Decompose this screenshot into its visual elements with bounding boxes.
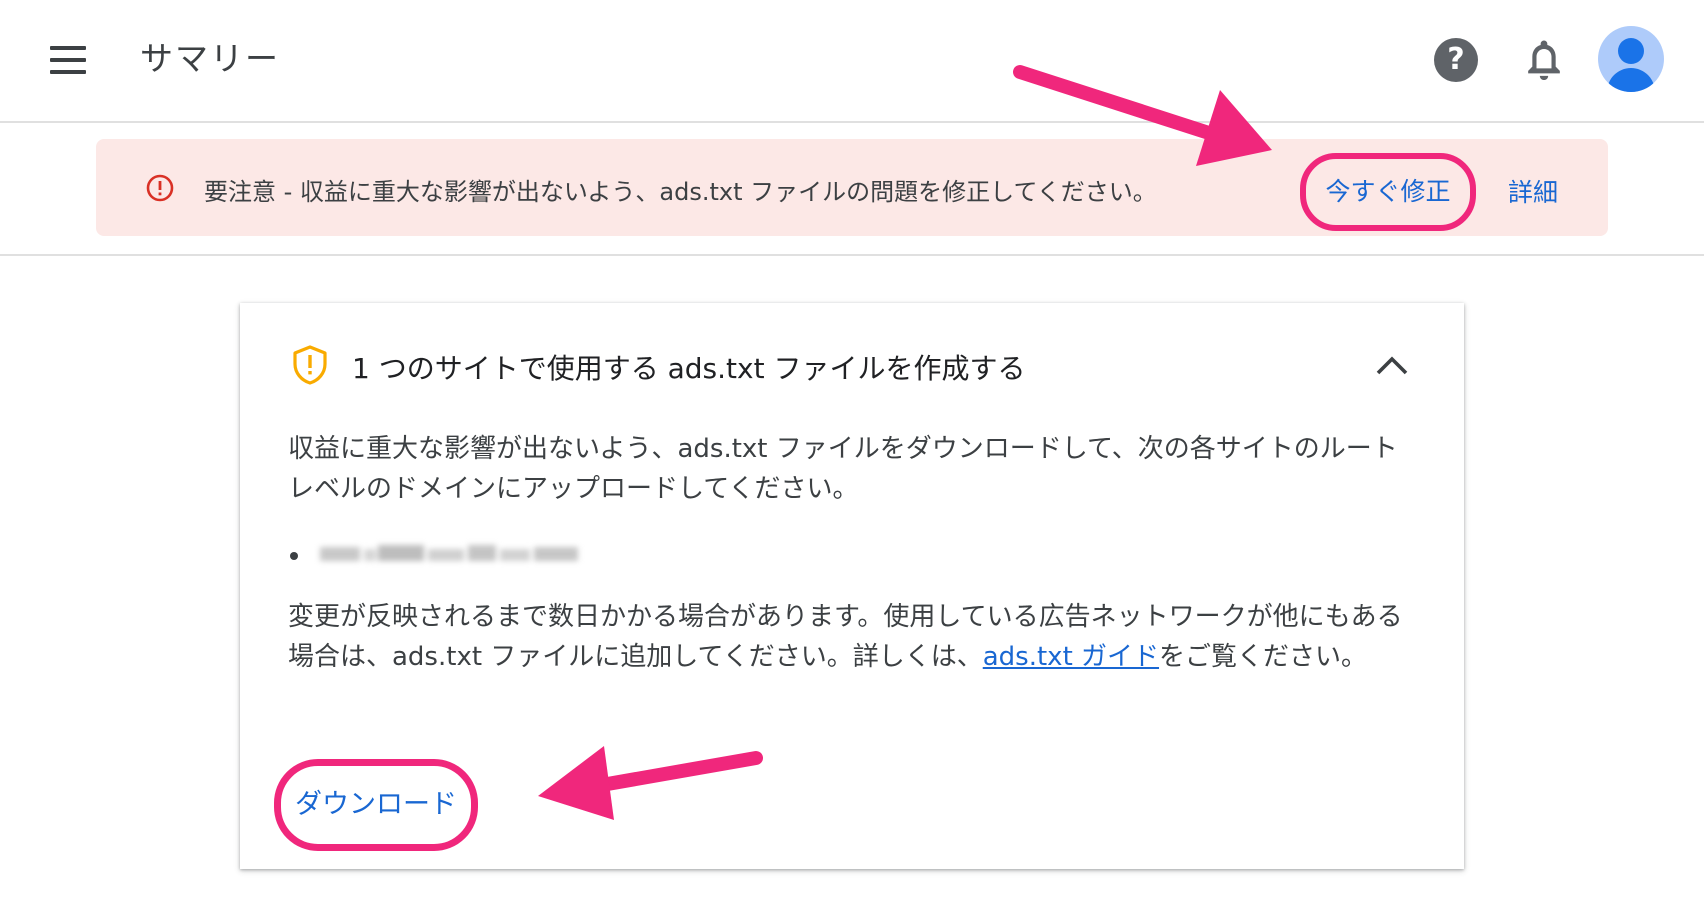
ads-txt-card: 1 つのサイトで使用する ads.txt ファイルを作成する 収益に重大な影響が… [240,303,1464,869]
chevron-up-icon[interactable] [1372,347,1412,383]
alert-message: 要注意 - 収益に重大な影響が出ないよう、ads.txt ファイルの問題を修正し… [204,178,1157,206]
bell-icon[interactable] [1524,38,1564,82]
note-text: 変更が反映されるまで数日かかる場合があります。使用している広告ネットワークが他に… [288,597,1418,677]
list-bullet [290,552,298,560]
download-button[interactable]: ダウンロード [274,759,478,851]
instruction-text: 収益に重大な影響が出ないよう、ads.txt ファイルをダウンロードして、次の各… [288,434,1398,504]
page-title: サマリー [140,39,280,78]
top-app-bar: サマリー ? [0,0,1704,123]
shield-warning-icon [293,345,327,385]
avatar[interactable] [1598,26,1664,92]
error-circle-icon [146,174,174,202]
ads-txt-guide-link[interactable]: ads.txt ガイド [983,642,1159,672]
menu-icon[interactable] [44,40,92,80]
help-icon[interactable]: ? [1434,38,1478,82]
alert-banner: 要注意 - 収益に重大な影響が出ないよう、ads.txt ファイルの問題を修正し… [96,139,1608,236]
note-text-suffix: をご覧ください。 [1159,642,1368,672]
alert-section: 要注意 - 収益に重大な影響が出ないよう、ads.txt ファイルの問題を修正し… [0,123,1704,256]
details-link[interactable]: 詳細 [1508,173,1558,209]
blurred-site-url [320,545,578,561]
card-title: 1 つのサイトで使用する ads.txt ファイルを作成する [352,352,1026,385]
fix-now-button[interactable]: 今すぐ修正 [1300,153,1476,231]
